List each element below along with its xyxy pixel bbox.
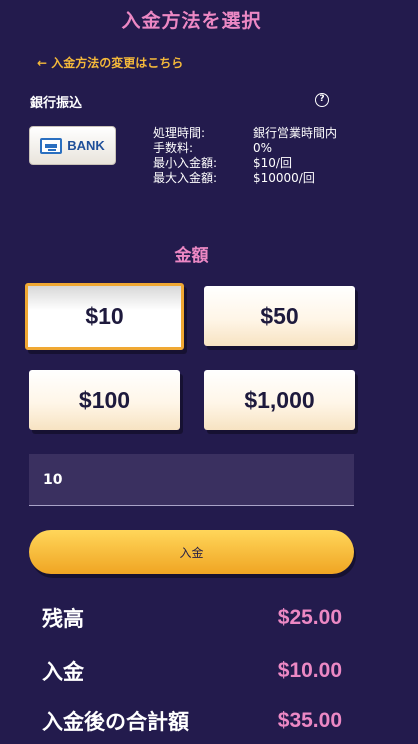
amount-option-1000[interactable]: $1,000 xyxy=(204,370,355,430)
bank-logo-text: BANK xyxy=(67,138,105,153)
info-value: $10/回 xyxy=(253,156,292,170)
summary-value: $10.00 xyxy=(277,659,342,682)
info-value: 0% xyxy=(253,141,273,155)
summary-deposit: 入金 $10.00 xyxy=(42,656,342,686)
summary-total: 入金後の合計額 $35.00 xyxy=(42,706,342,736)
amount-option-10[interactable]: $10 xyxy=(25,283,184,350)
info-key: 最大入金額: xyxy=(153,171,218,185)
info-key: 手数料: xyxy=(153,141,194,155)
amount-option-50[interactable]: $50 xyxy=(204,286,355,346)
amount-input[interactable] xyxy=(29,454,354,506)
info-key: 最小入金額: xyxy=(153,156,218,170)
info-row-min-deposit: 最小入金額: $10/回 xyxy=(153,156,337,171)
summary-value: $25.00 xyxy=(277,606,342,629)
change-method-link[interactable]: ← 入金方法の変更はこちら xyxy=(37,54,183,71)
summary-label: 入金 xyxy=(42,660,84,684)
deposit-button[interactable]: 入金 xyxy=(29,530,354,574)
bank-card-icon xyxy=(40,137,63,154)
summary-value: $35.00 xyxy=(277,709,342,732)
summary-balance: 残高 $25.00 xyxy=(42,603,342,633)
amount-option-100[interactable]: $100 xyxy=(29,370,180,430)
info-row-fee: 手数料: 0% xyxy=(153,141,337,156)
payment-method-name: 銀行振込 xyxy=(30,96,83,111)
page-title: 入金方法を選択 xyxy=(121,10,262,32)
info-row-processing-time: 処理時間: 銀行営業時間内 xyxy=(153,126,337,141)
info-row-max-deposit: 最大入金額: $10000/回 xyxy=(153,171,337,186)
info-value: 銀行営業時間内 xyxy=(253,126,338,140)
info-value: $10000/回 xyxy=(253,171,315,185)
amount-section-title: 金額 xyxy=(174,246,209,266)
info-key: 処理時間: xyxy=(153,126,206,140)
bank-logo: BANK xyxy=(29,126,116,165)
summary-label: 入金後の合計額 xyxy=(42,710,189,734)
summary-label: 残高 xyxy=(42,607,84,631)
help-icon[interactable]: ? xyxy=(315,93,329,107)
method-info: 処理時間: 銀行営業時間内 手数料: 0% 最小入金額: $10/回 最大入金額… xyxy=(153,126,337,186)
